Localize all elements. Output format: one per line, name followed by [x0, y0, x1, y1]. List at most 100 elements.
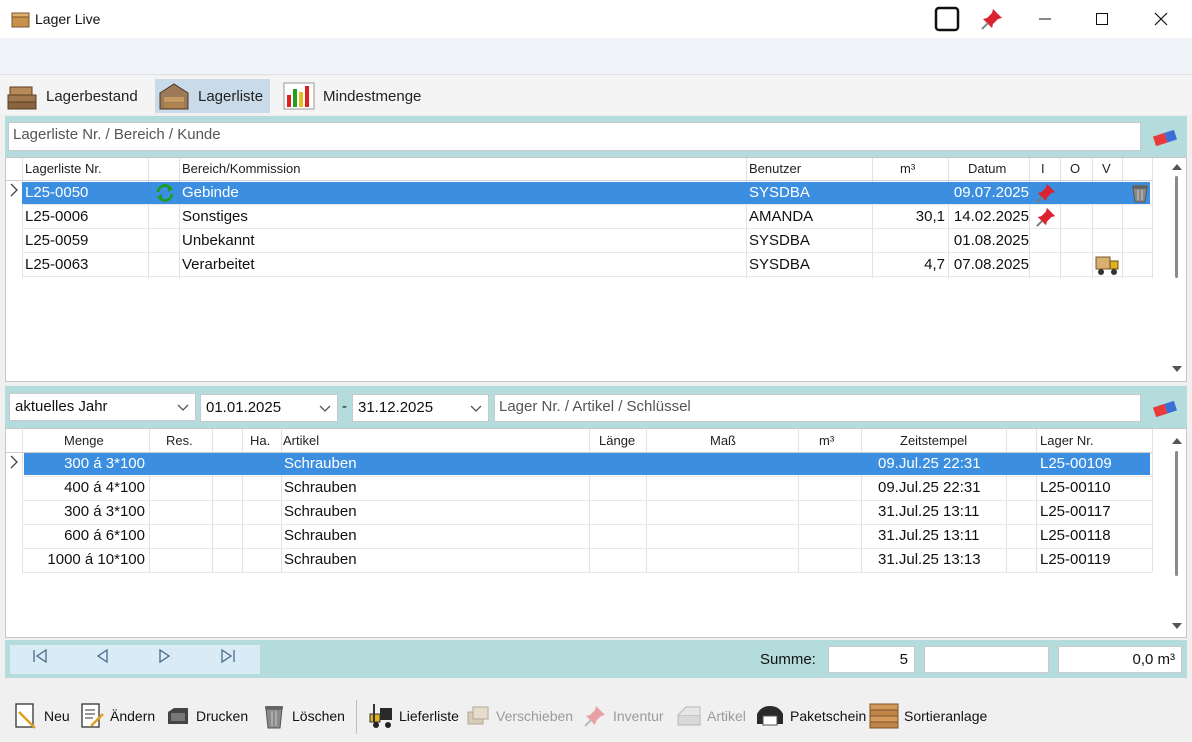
chevron-down-icon[interactable] — [1171, 621, 1183, 631]
minimize-button[interactable] — [1020, 0, 1070, 38]
col-header-zeitstempel[interactable]: Zeitstempel — [900, 433, 967, 448]
delete-button[interactable]: Löschen — [261, 700, 345, 732]
label-printer-icon — [757, 706, 783, 726]
cell-bereich[interactable]: Sonstiges — [182, 208, 248, 225]
tab-label: Lagerliste — [198, 87, 264, 105]
cell-bereich[interactable]: Unbekannt — [182, 232, 255, 249]
items-scrollbar[interactable] — [1169, 429, 1185, 637]
edit-button[interactable]: Ändern — [79, 700, 155, 732]
cell-zeitstempel[interactable]: 31.Jul.25 13:11 — [878, 503, 979, 520]
close-button[interactable] — [1136, 0, 1186, 38]
inventory-button[interactable]: Inventur — [582, 700, 664, 732]
eraser-icon[interactable] — [1152, 130, 1178, 146]
col-header-benutzer[interactable]: Benutzer — [749, 161, 801, 176]
col-header-artikel[interactable]: Artikel — [283, 433, 319, 448]
next-record-icon[interactable] — [157, 648, 173, 664]
cell-artikel[interactable]: Schrauben — [284, 551, 357, 568]
cell-zeitstempel[interactable]: 09.Jul.25 22:31 — [878, 479, 981, 496]
pin-window-button[interactable] — [967, 0, 1017, 38]
cell-datum[interactable]: 01.08.2025 — [948, 232, 1029, 249]
table-row-selected[interactable] — [24, 453, 1150, 475]
col-header-mass[interactable]: Maß — [710, 433, 736, 448]
cell-artikel[interactable]: Schrauben — [284, 479, 357, 496]
items-table: Menge Res. Ha. Artikel Länge Maß m³ Zeit… — [5, 428, 1187, 638]
cell-menge[interactable]: 1000 á 10*100 — [22, 551, 145, 568]
chevron-down-icon[interactable] — [1171, 364, 1183, 374]
move-button[interactable]: Verschieben — [465, 700, 573, 732]
cell-bereich[interactable]: Verarbeitet — [182, 256, 255, 273]
cell-menge[interactable]: 300 á 3*100 — [22, 503, 145, 520]
cell-benutzer[interactable]: SYSDBA — [749, 256, 810, 273]
eraser-icon[interactable] — [1152, 401, 1178, 417]
cell-zeitstempel: 09.Jul.25 22:31 — [878, 455, 981, 472]
cell-zeitstempel[interactable]: 31.Jul.25 13:13 — [878, 551, 981, 568]
col-header-v[interactable]: V — [1102, 161, 1111, 176]
list-scrollbar[interactable] — [1169, 158, 1185, 381]
sorting-system-button[interactable]: Sortieranlage — [869, 700, 987, 732]
tab-lagerbestand[interactable]: Lagerbestand — [6, 79, 148, 113]
scroll-thumb[interactable] — [1175, 176, 1178, 278]
tab-lagerliste[interactable]: Lagerliste — [155, 79, 270, 113]
refresh-icon[interactable] — [154, 182, 176, 204]
col-header-lager-nr[interactable]: Lager Nr. — [1040, 433, 1093, 448]
last-record-icon[interactable] — [220, 648, 236, 664]
lumber-icon — [7, 86, 37, 110]
col-header-m3[interactable]: m³ — [819, 433, 834, 448]
cell-nr[interactable]: L25-0059 — [25, 232, 88, 249]
chevron-up-icon[interactable] — [1171, 436, 1183, 446]
cell-m3[interactable]: 30,1 — [872, 208, 945, 225]
cell-lager-nr[interactable]: L25-00110 — [1040, 479, 1111, 496]
cell-datum[interactable]: 14.02.2025 — [948, 208, 1029, 225]
item-search-input[interactable]: Lager Nr. / Artikel / Schlüssel — [494, 394, 1141, 422]
list-search-input[interactable]: Lagerliste Nr. / Bereich / Kunde — [8, 122, 1141, 151]
date-from-picker[interactable]: 01.01.2025 — [200, 394, 338, 422]
cell-zeitstempel[interactable]: 31.Jul.25 13:11 — [878, 527, 979, 544]
cell-lager-nr[interactable]: L25-00119 — [1040, 551, 1111, 568]
col-header-laenge[interactable]: Länge — [599, 433, 635, 448]
col-header-nr[interactable]: Lagerliste Nr. — [25, 161, 102, 176]
scroll-thumb[interactable] — [1175, 451, 1178, 576]
col-header-ha[interactable]: Ha. — [250, 433, 270, 448]
cell-menge[interactable]: 400 á 4*100 — [22, 479, 145, 496]
col-header-m3[interactable]: m³ — [900, 161, 915, 176]
row-indicator-icon — [10, 455, 18, 469]
previous-record-icon[interactable] — [94, 648, 110, 664]
cell-benutzer[interactable]: SYSDBA — [749, 232, 810, 249]
lumber-icon — [677, 706, 701, 726]
toolbar-label: Löschen — [292, 708, 345, 724]
date-to-picker[interactable]: 31.12.2025 — [352, 394, 489, 422]
cell-artikel[interactable]: Schrauben — [284, 503, 357, 520]
col-header-o[interactable]: O — [1070, 161, 1080, 176]
delivery-list-button[interactable]: Lieferliste — [368, 700, 459, 732]
cell-nr: L25-0050 — [25, 184, 89, 201]
period-select[interactable]: aktuelles Jahr — [9, 393, 196, 421]
cell-datum[interactable]: 07.08.2025 — [948, 256, 1029, 273]
col-header-menge[interactable]: Menge — [64, 433, 104, 448]
toggle-frame-button[interactable] — [922, 0, 972, 38]
chevron-up-icon[interactable] — [1171, 162, 1183, 172]
cell-nr[interactable]: L25-0006 — [25, 208, 88, 225]
move-icon — [467, 706, 489, 725]
parcel-label-button[interactable]: Paketschein — [755, 700, 866, 732]
col-header-bereich[interactable]: Bereich/Kommission — [182, 161, 301, 176]
cell-nr[interactable]: L25-0063 — [25, 256, 88, 273]
col-header-i[interactable]: I — [1041, 161, 1045, 176]
cell-lager-nr[interactable]: L25-00118 — [1040, 527, 1111, 544]
new-button[interactable]: Neu — [13, 700, 70, 732]
first-record-icon[interactable] — [32, 648, 48, 664]
cell-artikel[interactable]: Schrauben — [284, 527, 357, 544]
tab-mindestmenge[interactable]: Mindestmenge — [283, 79, 433, 113]
cell-menge[interactable]: 600 á 6*100 — [22, 527, 145, 544]
trash-icon[interactable] — [1129, 180, 1151, 204]
chevron-down-icon — [319, 405, 331, 412]
cell-lager-nr[interactable]: L25-00117 — [1040, 503, 1111, 520]
toolbar-label: Neu — [44, 708, 70, 724]
forklift-icon[interactable] — [1095, 254, 1121, 276]
cell-m3[interactable]: 4,7 — [872, 256, 945, 273]
print-button[interactable]: Drucken — [165, 700, 248, 732]
cell-benutzer[interactable]: AMANDA — [749, 208, 813, 225]
col-header-datum[interactable]: Datum — [968, 161, 1006, 176]
col-header-res[interactable]: Res. — [166, 433, 193, 448]
maximize-button[interactable] — [1077, 0, 1127, 38]
article-button[interactable]: Artikel — [676, 700, 746, 732]
